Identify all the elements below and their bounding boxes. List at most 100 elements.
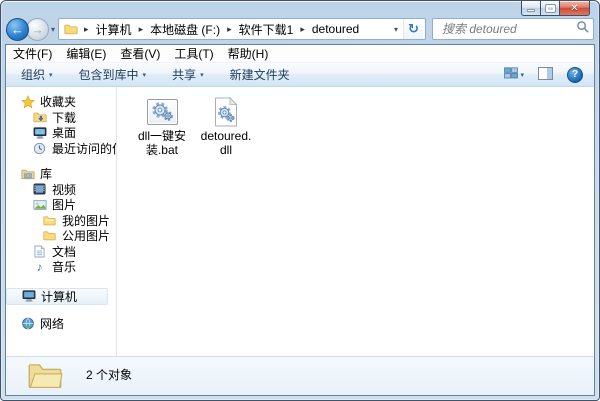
details-pane: 2 个对象 (6, 356, 594, 395)
folder-icon (42, 213, 57, 227)
file-list: dll一键安 装.bat (117, 87, 594, 356)
network-globe-icon (20, 316, 35, 330)
client-area: 文件(F) 编辑(E) 查看(V) 工具(T) 帮助(H) 组织 ▾ 包含到库中… (5, 44, 595, 396)
recent-pages-dropdown[interactable]: ▾ (51, 25, 55, 34)
breadcrumb-software-downloads[interactable]: 软件下载1 (238, 20, 295, 39)
main-content: 收藏夹 下载 桌面 最 (6, 87, 594, 356)
refresh-button[interactable]: ↻ (403, 19, 423, 39)
menu-help[interactable]: 帮助(H) (228, 45, 269, 62)
preview-pane-icon (538, 67, 553, 83)
back-arrow-icon: ← (11, 22, 24, 37)
sidebar-item-label: 最近访问的位置 (52, 140, 117, 157)
address-dropdown-icon[interactable]: ▾ (389, 25, 403, 34)
organize-label: 组织 (21, 66, 45, 83)
bat-file-icon (147, 93, 178, 130)
menu-view[interactable]: 查看(V) (120, 45, 160, 62)
item-count: 2 个对象 (86, 366, 132, 383)
share-label: 共享 (172, 66, 196, 83)
preview-pane-button[interactable] (535, 65, 556, 85)
sidebar-item-pictures[interactable]: 图片 (6, 197, 116, 213)
computer-icon (21, 289, 36, 303)
menu-tools[interactable]: 工具(T) (174, 45, 213, 62)
close-icon: ✕ (570, 2, 578, 15)
breadcrumb-detoured[interactable]: detoured (311, 21, 360, 37)
desktop-icon (32, 126, 47, 140)
sidebar-item-label: 计算机 (41, 288, 77, 305)
breadcrumb-separator[interactable]: ▸ (78, 24, 95, 35)
chevron-down-icon: ▾ (200, 71, 204, 79)
menu-edit[interactable]: 编辑(E) (66, 45, 106, 62)
pictures-library-icon (32, 198, 47, 212)
sidebar-item-documents[interactable]: 文档 (6, 244, 116, 260)
sidebar-item-desktop[interactable]: 桌面 (6, 125, 116, 141)
file-name: detoured. dll (201, 130, 252, 157)
sidebar-item-label: 库 (40, 165, 52, 182)
share-button[interactable]: 共享 ▾ (165, 64, 211, 85)
videos-library-icon (32, 182, 47, 196)
chevron-down-icon: ▾ (49, 71, 53, 79)
sidebar-item-label: 网络 (40, 315, 64, 332)
libraries-icon (20, 167, 35, 181)
sidebar-item-label: 桌面 (52, 124, 76, 141)
sidebar-item-label: 我的图片 (62, 212, 110, 229)
sidebar-item-music[interactable]: ♪ 音乐 (6, 259, 116, 275)
sidebar-item-label: 图片 (52, 196, 76, 213)
file-item-dll[interactable]: detoured. dll (195, 93, 257, 157)
close-button[interactable]: ✕ (559, 1, 590, 16)
music-library-icon: ♪ (32, 260, 47, 274)
explorer-window: ✕ ← → ▾ ▸ 计算机 ▸ 本地磁盘 (F:) ▸ 软件下载1 ▸ deto… (0, 0, 600, 401)
sidebar-item-favorites[interactable]: 收藏夹 (6, 94, 116, 110)
breadcrumb-separator[interactable]: ▸ (294, 24, 311, 35)
sidebar-item-label: 音乐 (52, 258, 76, 275)
sidebar-item-my-pictures[interactable]: 我的图片 (6, 213, 116, 229)
documents-library-icon (32, 244, 47, 258)
sidebar-item-computer[interactable]: 计算机 (6, 288, 108, 305)
include-in-library-button[interactable]: 包含到库中 ▾ (72, 64, 154, 85)
sidebar-item-label: 下载 (52, 109, 76, 126)
breadcrumb-local-disk-f[interactable]: 本地磁盘 (F:) (149, 20, 221, 39)
sidebar-item-label: 视频 (52, 181, 76, 198)
recent-places-icon (32, 141, 47, 155)
help-icon: ? (567, 67, 583, 83)
chevron-down-icon: ▾ (143, 71, 147, 79)
chevron-down-icon: ▾ (520, 71, 524, 79)
address-folder-icon (63, 22, 78, 36)
sidebar-item-recent-places[interactable]: 最近访问的位置 (6, 141, 116, 157)
sidebar-item-videos[interactable]: 视频 (6, 182, 116, 198)
caption-buttons: ✕ (521, 1, 590, 16)
maximize-icon (546, 5, 555, 12)
change-view-button[interactable]: ▾ (501, 65, 527, 84)
menu-bar: 文件(F) 编辑(E) 查看(V) 工具(T) 帮助(H) (6, 45, 594, 62)
menu-file[interactable]: 文件(F) (13, 45, 52, 62)
sidebar-item-label: 公用图片 (62, 227, 110, 244)
sidebar-item-label: 文档 (52, 243, 76, 260)
sidebar-item-libraries[interactable]: 库 (6, 166, 116, 182)
navigation-bar: ← → ▾ ▸ 计算机 ▸ 本地磁盘 (F:) ▸ 软件下载1 ▸ detour… (6, 16, 594, 42)
sidebar-item-label: 收藏夹 (40, 93, 76, 110)
help-button[interactable]: ? (564, 65, 586, 85)
folder-icon (27, 360, 63, 393)
sidebar-item-public-pictures[interactable]: 公用图片 (6, 228, 116, 244)
maximize-button[interactable] (540, 1, 559, 16)
navigation-pane: 收藏夹 下载 桌面 最 (6, 87, 117, 356)
folder-icon (42, 229, 57, 243)
address-bar[interactable]: ▸ 计算机 ▸ 本地磁盘 (F:) ▸ 软件下载1 ▸ detoured ▾ ↻ (58, 18, 426, 40)
breadcrumb-computer[interactable]: 计算机 (95, 20, 133, 39)
search-icon (576, 20, 589, 38)
file-name: dll一键安 装.bat (138, 130, 186, 157)
organize-button[interactable]: 组织 ▾ (14, 64, 60, 85)
sidebar-item-network[interactable]: 网络 (6, 316, 116, 332)
breadcrumb: ▸ 计算机 ▸ 本地磁盘 (F:) ▸ 软件下载1 ▸ detoured (78, 20, 389, 39)
breadcrumb-separator[interactable]: ▸ (133, 24, 150, 35)
breadcrumb-separator[interactable]: ▸ (221, 24, 238, 35)
sidebar-item-downloads[interactable]: 下载 (6, 110, 116, 126)
search-input[interactable] (440, 21, 576, 37)
command-toolbar: 组织 ▾ 包含到库中 ▾ 共享 ▾ 新建文件夹 ▾ (6, 62, 594, 87)
back-button[interactable]: ← (6, 18, 29, 41)
search-box (432, 18, 594, 40)
file-item-bat[interactable]: dll一键安 装.bat (131, 93, 193, 157)
new-folder-button[interactable]: 新建文件夹 (223, 64, 297, 85)
minimize-button[interactable] (521, 1, 540, 16)
star-icon (20, 95, 35, 109)
forward-button[interactable]: → (26, 18, 49, 41)
